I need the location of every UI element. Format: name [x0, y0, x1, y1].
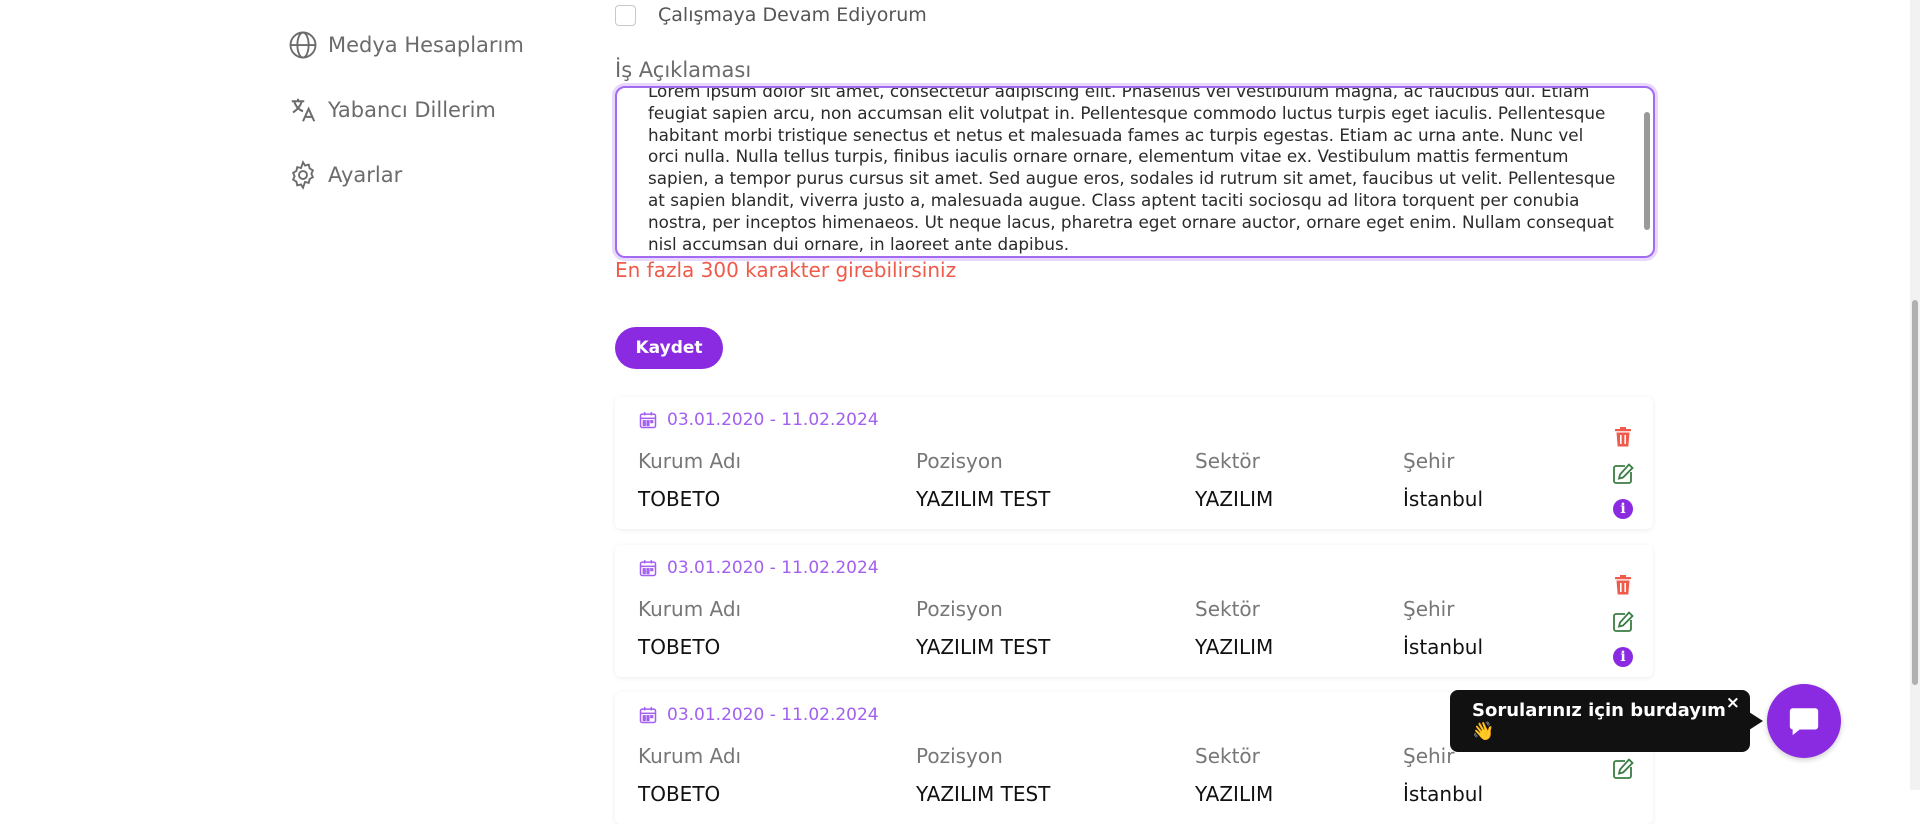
city-label: Şehir: [1403, 597, 1455, 621]
close-icon[interactable]: ×: [1726, 693, 1740, 713]
page-scrollbar-thumb[interactable]: [1912, 300, 1918, 685]
trash-icon[interactable]: [1611, 573, 1635, 597]
calendar-icon: [639, 412, 657, 429]
card-actions: i: [1611, 425, 1635, 532]
experience-date-text: 03.01.2020 - 11.02.2024: [667, 410, 879, 430]
position-label: Pozisyon: [916, 744, 1003, 768]
position-value: YAZILIM TEST: [916, 635, 1051, 659]
company-column: Kurum Adı TOBETO: [638, 449, 741, 511]
position-column: Pozisyon YAZILIM TEST: [916, 744, 1050, 806]
textarea-scrollbar[interactable]: [1644, 112, 1650, 230]
company-label: Kurum Adı: [638, 449, 742, 473]
city-column: Şehir İstanbul: [1403, 449, 1483, 511]
position-value: YAZILIM TEST: [916, 782, 1051, 806]
gear-icon: [291, 160, 315, 190]
sector-value: YAZILIM: [1195, 782, 1274, 806]
company-label: Kurum Adı: [638, 744, 742, 768]
edit-icon[interactable]: [1611, 610, 1635, 634]
edit-icon[interactable]: [1611, 757, 1635, 781]
experience-date: 03.01.2020 - 11.02.2024: [638, 705, 879, 725]
position-column: Pozisyon YAZILIM TEST: [916, 449, 1050, 511]
chat-icon: [1789, 708, 1819, 736]
experience-card: 03.01.2020 - 11.02.2024 Kurum Adı TOBETO…: [615, 397, 1653, 529]
position-label: Pozisyon: [916, 597, 1003, 621]
city-value: İstanbul: [1403, 487, 1484, 511]
sector-value: YAZILIM: [1195, 635, 1274, 659]
chat-greeting-text: Sorularınız için burdayım 👋: [1472, 700, 1726, 742]
city-value: İstanbul: [1403, 635, 1484, 659]
position-label: Pozisyon: [916, 449, 1003, 473]
sector-label: Sektör: [1195, 744, 1260, 768]
still-working-label: Çalışmaya Devam Ediyorum: [658, 4, 927, 26]
experience-card: 03.01.2020 - 11.02.2024 Kurum Adı TOBETO…: [615, 545, 1653, 677]
experience-date-text: 03.01.2020 - 11.02.2024: [667, 705, 879, 725]
sidebar-item-media-accounts[interactable]: Medya Hesaplarım: [288, 30, 524, 60]
sector-column: Sektör YAZILIM: [1195, 597, 1273, 659]
save-button[interactable]: Kaydet: [615, 327, 723, 369]
experience-date-text: 03.01.2020 - 11.02.2024: [667, 558, 879, 578]
globe-icon: [289, 31, 317, 59]
city-column: Şehir İstanbul: [1403, 597, 1483, 659]
description-label: İş Açıklaması: [615, 58, 752, 82]
sidebar-item-settings[interactable]: Ayarlar: [288, 160, 524, 190]
company-value: TOBETO: [638, 487, 721, 511]
city-value: İstanbul: [1403, 782, 1484, 806]
page-scrollbar[interactable]: [1910, 0, 1920, 790]
sector-column: Sektör YAZILIM: [1195, 449, 1273, 511]
city-label: Şehir: [1403, 449, 1455, 473]
company-column: Kurum Adı TOBETO: [638, 597, 741, 659]
sidebar: Medya Hesaplarım Yabancı Dillerim Ayarla…: [288, 30, 524, 225]
translate-icon: [291, 98, 316, 122]
still-working-checkbox[interactable]: [615, 4, 636, 26]
company-label: Kurum Adı: [638, 597, 742, 621]
description-textarea[interactable]: Lorem ipsum dolor sit amet, consectetur …: [615, 86, 1655, 258]
info-icon[interactable]: i: [1613, 499, 1633, 519]
chat-launcher-button[interactable]: [1767, 684, 1841, 758]
trash-icon[interactable]: [1611, 425, 1635, 449]
sidebar-item-label: Ayarlar: [328, 163, 403, 187]
description-error: En fazla 300 karakter girebilirsiniz: [615, 258, 957, 282]
card-actions: i: [1611, 573, 1635, 680]
sector-label: Sektör: [1195, 597, 1260, 621]
company-column: Kurum Adı TOBETO: [638, 744, 741, 806]
calendar-icon: [639, 707, 657, 724]
sector-value: YAZILIM: [1195, 487, 1274, 511]
info-icon[interactable]: i: [1613, 647, 1633, 667]
edit-icon[interactable]: [1611, 462, 1635, 486]
description-text: Lorem ipsum dolor sit amet, consectetur …: [648, 86, 1616, 254]
position-value: YAZILIM TEST: [916, 487, 1051, 511]
chat-greeting-bubble[interactable]: Sorularınız için burdayım 👋 ×: [1450, 690, 1763, 752]
sidebar-item-label: Yabancı Dillerim: [328, 98, 496, 122]
calendar-icon: [639, 560, 657, 577]
experience-date: 03.01.2020 - 11.02.2024: [638, 558, 879, 578]
sector-label: Sektör: [1195, 449, 1260, 473]
city-column: Şehir İstanbul: [1403, 744, 1483, 806]
experience-date: 03.01.2020 - 11.02.2024: [638, 410, 879, 430]
company-value: TOBETO: [638, 782, 721, 806]
company-value: TOBETO: [638, 635, 721, 659]
sector-column: Sektör YAZILIM: [1195, 744, 1273, 806]
still-working-row: Çalışmaya Devam Ediyorum: [615, 4, 927, 26]
sidebar-item-foreign-languages[interactable]: Yabancı Dillerim: [288, 95, 524, 125]
sidebar-item-label: Medya Hesaplarım: [328, 33, 524, 57]
position-column: Pozisyon YAZILIM TEST: [916, 597, 1050, 659]
